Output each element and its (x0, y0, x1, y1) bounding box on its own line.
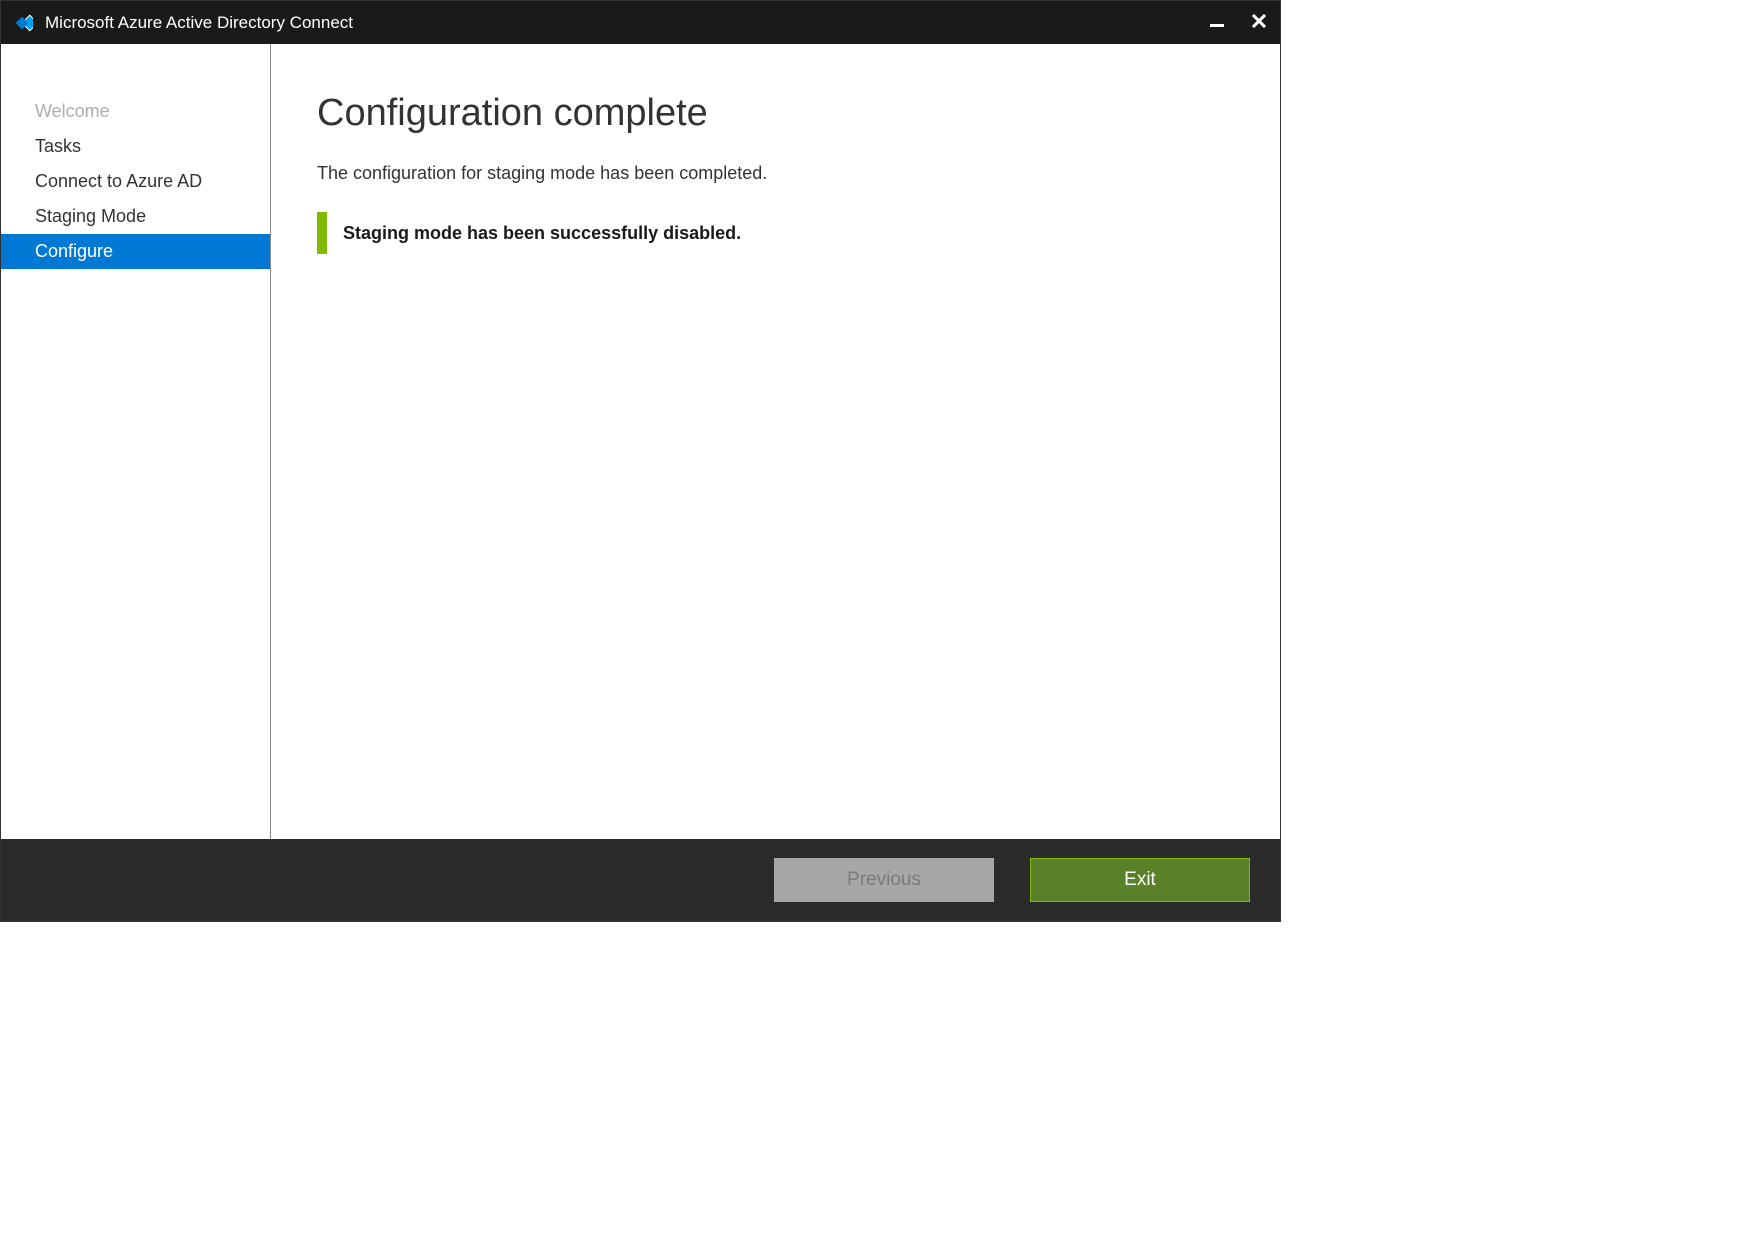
sidebar-item-connect-azure-ad[interactable]: Connect to Azure AD (1, 164, 270, 199)
sidebar-item-tasks[interactable]: Tasks (1, 129, 270, 164)
sidebar-item-staging-mode[interactable]: Staging Mode (1, 199, 270, 234)
page-subtitle: The configuration for staging mode has b… (317, 163, 1230, 184)
sidebar: Welcome Tasks Connect to Azure AD Stagin… (1, 44, 271, 839)
app-window: Microsoft Azure Active Directory Connect… (0, 0, 1281, 922)
minimize-button[interactable] (1206, 11, 1228, 34)
button-label: Exit (1124, 869, 1156, 891)
exit-button[interactable]: Exit (1030, 858, 1250, 902)
main-panel: Configuration complete The configuration… (271, 44, 1280, 839)
azure-icon (11, 12, 33, 34)
previous-button: Previous (774, 858, 994, 902)
content-body: Welcome Tasks Connect to Azure AD Stagin… (1, 44, 1280, 839)
window-controls (1206, 1, 1272, 44)
success-indicator-icon (317, 212, 327, 254)
sidebar-item-label: Tasks (35, 136, 81, 156)
status-message: Staging mode has been successfully disab… (343, 223, 741, 244)
sidebar-item-label: Staging Mode (35, 206, 146, 226)
sidebar-item-label: Connect to Azure AD (35, 171, 202, 191)
window-title: Microsoft Azure Active Directory Connect (45, 13, 353, 33)
sidebar-item-label: Configure (35, 241, 113, 261)
titlebar: Microsoft Azure Active Directory Connect (1, 1, 1280, 44)
sidebar-item-configure[interactable]: Configure (1, 234, 270, 269)
footer: Previous Exit (1, 839, 1280, 921)
button-label: Previous (847, 869, 921, 891)
close-button[interactable] (1246, 11, 1272, 34)
sidebar-item-welcome[interactable]: Welcome (1, 94, 270, 129)
status-row: Staging mode has been successfully disab… (317, 212, 1230, 254)
page-title: Configuration complete (317, 92, 1230, 135)
sidebar-item-label: Welcome (35, 101, 110, 121)
